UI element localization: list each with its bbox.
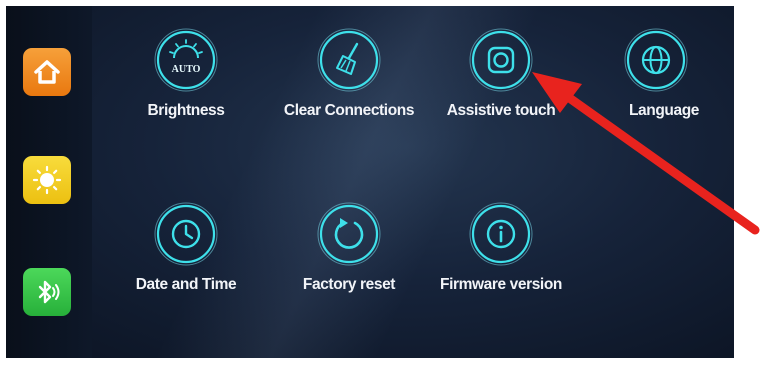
factory-reset-label: Factory reset bbox=[302, 276, 396, 293]
reset-icon bbox=[317, 202, 381, 266]
assistive-touch-tile[interactable]: Assistive touch bbox=[426, 28, 576, 128]
clear-connections-button[interactable] bbox=[317, 28, 381, 92]
firmware-version-button[interactable] bbox=[469, 202, 533, 266]
sun-icon bbox=[32, 165, 62, 195]
brightness-button[interactable]: AUTO bbox=[154, 28, 218, 92]
svg-text:AUTO: AUTO bbox=[172, 64, 201, 75]
bluetooth-icon bbox=[38, 280, 60, 304]
brightness-tile[interactable]: AUTO Brightness bbox=[111, 28, 261, 128]
language-tile[interactable]: Language bbox=[581, 28, 731, 128]
firmware-version-tile[interactable]: Firmware version bbox=[426, 202, 576, 302]
clear-connections-label: Clear Connections bbox=[283, 102, 415, 119]
brightness-label: Brightness bbox=[147, 102, 225, 119]
date-time-button[interactable] bbox=[154, 202, 218, 266]
language-label: Language bbox=[628, 102, 699, 119]
date-time-label: Date and Time bbox=[135, 276, 237, 293]
assistive-touch-button[interactable] bbox=[469, 28, 533, 92]
date-time-tile[interactable]: Date and Time bbox=[111, 202, 261, 302]
firmware-version-label: Firmware version bbox=[440, 276, 562, 293]
sidebar-item-display[interactable] bbox=[23, 156, 71, 204]
settings-screen: AUTO Brightness Clear Connections Assist… bbox=[6, 6, 734, 358]
factory-reset-tile[interactable]: Factory reset bbox=[274, 202, 424, 302]
info-icon bbox=[469, 202, 533, 266]
brightness-auto-icon: AUTO bbox=[154, 28, 218, 92]
sidebar-item-home[interactable] bbox=[23, 48, 71, 96]
factory-reset-button[interactable] bbox=[317, 202, 381, 266]
broom-icon bbox=[317, 28, 381, 92]
clear-connections-tile[interactable]: Clear Connections bbox=[274, 28, 424, 128]
assistive-touch-icon bbox=[469, 28, 533, 92]
sidebar-item-bluetooth[interactable] bbox=[23, 268, 71, 316]
sidebar bbox=[6, 6, 92, 358]
assistive-touch-label: Assistive touch bbox=[446, 102, 556, 119]
globe-icon bbox=[624, 28, 688, 92]
home-icon bbox=[34, 60, 60, 84]
clock-icon bbox=[154, 202, 218, 266]
language-button[interactable] bbox=[624, 28, 688, 92]
